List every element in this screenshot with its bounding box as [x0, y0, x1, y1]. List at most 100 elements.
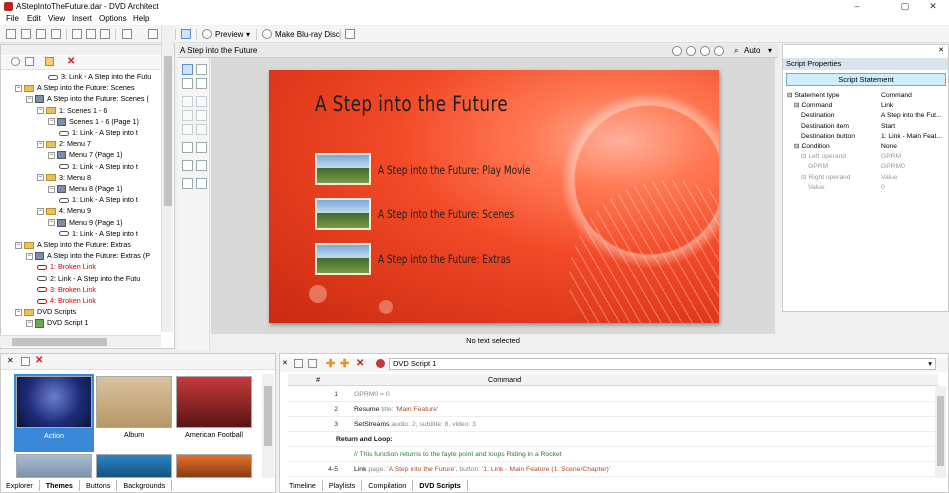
- collapse-icon[interactable]: −: [48, 151, 55, 159]
- tree-horizontal-scrollbar[interactable]: [0, 335, 161, 347]
- property-row[interactable]: ⊟ Command Link: [783, 101, 949, 111]
- tree-item[interactable]: 1: Link - A Step into t: [59, 194, 138, 205]
- redo-icon[interactable]: [148, 29, 158, 39]
- delete-icon[interactable]: ✕: [356, 358, 364, 369]
- property-row[interactable]: Destination button 1: Link - Main Feat...: [783, 132, 949, 142]
- paste-icon[interactable]: [100, 29, 110, 39]
- import-icon[interactable]: [21, 357, 30, 366]
- theme-thumbnail[interactable]: [96, 376, 172, 428]
- chevron-down-icon[interactable]: ▾: [246, 30, 250, 39]
- collapse-icon[interactable]: −: [15, 308, 22, 316]
- add-statement-icon[interactable]: [294, 359, 303, 368]
- tree-item[interactable]: − 2: Menu 7: [37, 138, 91, 149]
- property-row[interactable]: ⊟ Right operand Value: [783, 173, 949, 183]
- theme-thumbnail[interactable]: [176, 376, 252, 428]
- tab-explorer[interactable]: Explorer: [0, 480, 40, 491]
- tree-item[interactable]: 1: Broken Link: [37, 261, 96, 272]
- center-horizontal-icon[interactable]: [182, 160, 193, 171]
- close-icon[interactable]: ✕: [7, 356, 14, 365]
- property-value[interactable]: Command: [881, 91, 947, 101]
- property-row[interactable]: Destination A Step into the Fut...: [783, 111, 949, 121]
- zoom-icon[interactable]: ⌕: [734, 46, 738, 56]
- menu-view[interactable]: View: [48, 14, 65, 23]
- tree-item[interactable]: − Menu 9 (Page 1): [48, 217, 123, 228]
- property-value[interactable]: None: [881, 142, 947, 152]
- end-icon[interactable]: [714, 46, 724, 56]
- close-icon[interactable]: ✕: [938, 46, 944, 54]
- property-row[interactable]: Value 0: [783, 183, 949, 193]
- select-tool-icon[interactable]: [181, 29, 191, 39]
- property-row[interactable]: ⊟ Condition None: [783, 142, 949, 152]
- tree-item[interactable]: − 3: Menu 8: [37, 172, 91, 183]
- resize-icon[interactable]: [196, 78, 207, 89]
- align-right-icon[interactable]: [182, 124, 193, 135]
- collapse-icon[interactable]: −: [15, 241, 22, 249]
- properties-icon[interactable]: [25, 57, 34, 66]
- add-icon[interactable]: [45, 57, 54, 66]
- align-left-icon[interactable]: [182, 96, 193, 107]
- forward-icon[interactable]: [700, 46, 710, 56]
- button-thumbnail[interactable]: [315, 198, 371, 230]
- script-row[interactable]: 2 Resume title: 'Main Feature': [288, 402, 938, 417]
- tree-item[interactable]: − DVD Script 1: [26, 317, 89, 328]
- move-icon[interactable]: [182, 78, 193, 89]
- add-label-icon[interactable]: ✚: [340, 357, 349, 370]
- close-icon[interactable]: ✕: [282, 359, 288, 367]
- theme-thumbnail[interactable]: [14, 374, 94, 430]
- collapse-icon[interactable]: −: [37, 207, 44, 215]
- minimize-button[interactable]: –: [842, 1, 872, 11]
- make-disc-button[interactable]: Make Blu-ray Disc: [275, 30, 340, 39]
- tab-menu-page[interactable]: A Step into the Future: [180, 46, 257, 55]
- menu-button-scenes[interactable]: A Step into the Future: Scenes: [378, 207, 514, 221]
- pointer-icon[interactable]: [182, 64, 193, 75]
- property-value[interactable]: 1: Link - Main Feat...: [881, 132, 947, 142]
- menu-button-extras[interactable]: A Step into the Future: Extras: [378, 252, 511, 266]
- space-horizontal-icon[interactable]: [182, 142, 193, 153]
- menu-insert[interactable]: Insert: [72, 14, 92, 23]
- collapse-icon[interactable]: −: [37, 107, 44, 115]
- theme-name[interactable]: Action: [14, 430, 94, 452]
- property-value[interactable]: Start: [881, 122, 947, 132]
- collapse-icon[interactable]: −: [48, 118, 55, 126]
- insert-statement-icon[interactable]: [308, 359, 317, 368]
- maximize-button[interactable]: ▢: [890, 1, 920, 12]
- script-row[interactable]: // This function returns to the fayte po…: [288, 447, 938, 462]
- tree-item[interactable]: − A Step into the Future: Extras (P: [26, 250, 150, 261]
- collapse-icon[interactable]: −: [15, 84, 22, 92]
- layout-icon[interactable]: [182, 178, 193, 189]
- property-value[interactable]: Link: [881, 101, 947, 111]
- delete-icon[interactable]: ✕: [67, 56, 75, 67]
- property-value[interactable]: GPRM0: [881, 162, 947, 172]
- menu-button-play-movie[interactable]: A Step into the Future: Play Movie: [378, 163, 530, 177]
- tab-buttons[interactable]: Buttons: [80, 480, 118, 491]
- script-row[interactable]: 1 GPRM0 = 0: [288, 387, 938, 402]
- align-bottom-icon[interactable]: [196, 124, 207, 135]
- align-top-icon[interactable]: [196, 96, 207, 107]
- center-vertical-icon[interactable]: [196, 160, 207, 171]
- menu-file[interactable]: File: [6, 14, 19, 23]
- tree-item[interactable]: 3: Broken Link: [37, 284, 96, 295]
- menu-help[interactable]: Help: [133, 14, 149, 23]
- tree-item[interactable]: 1: Link - A Step into t: [59, 228, 138, 239]
- tab-dvd-scripts[interactable]: DVD Scripts: [413, 480, 468, 491]
- property-value[interactable]: GPRM: [881, 152, 947, 162]
- tree-item[interactable]: 1: Link - A Step into t: [59, 127, 138, 138]
- open-icon[interactable]: [21, 29, 31, 39]
- properties-icon[interactable]: [51, 29, 61, 39]
- tree-item[interactable]: 1: Link - A Step into t: [59, 161, 138, 172]
- theme-thumbnail[interactable]: [96, 454, 172, 478]
- button-thumbnail[interactable]: [315, 153, 371, 185]
- tab-playlists[interactable]: Playlists: [323, 480, 363, 491]
- collapse-icon[interactable]: −: [26, 319, 33, 327]
- align-center-icon[interactable]: [182, 110, 193, 121]
- grid-icon[interactable]: [196, 64, 207, 75]
- menu-title-text[interactable]: A Step into the Future: [315, 92, 508, 116]
- up-icon[interactable]: [11, 57, 20, 66]
- menu-options[interactable]: Options: [99, 14, 127, 23]
- chevron-down-icon[interactable]: [672, 46, 682, 56]
- cut-icon[interactable]: [72, 29, 82, 39]
- tree-item[interactable]: 4: Broken Link: [37, 295, 96, 306]
- tree-item[interactable]: − A Step into the Future: Extras: [15, 239, 131, 250]
- script-select[interactable]: DVD Script 1 ▾: [389, 358, 936, 370]
- tree-item[interactable]: − A Step into the Future: Scenes: [15, 82, 135, 93]
